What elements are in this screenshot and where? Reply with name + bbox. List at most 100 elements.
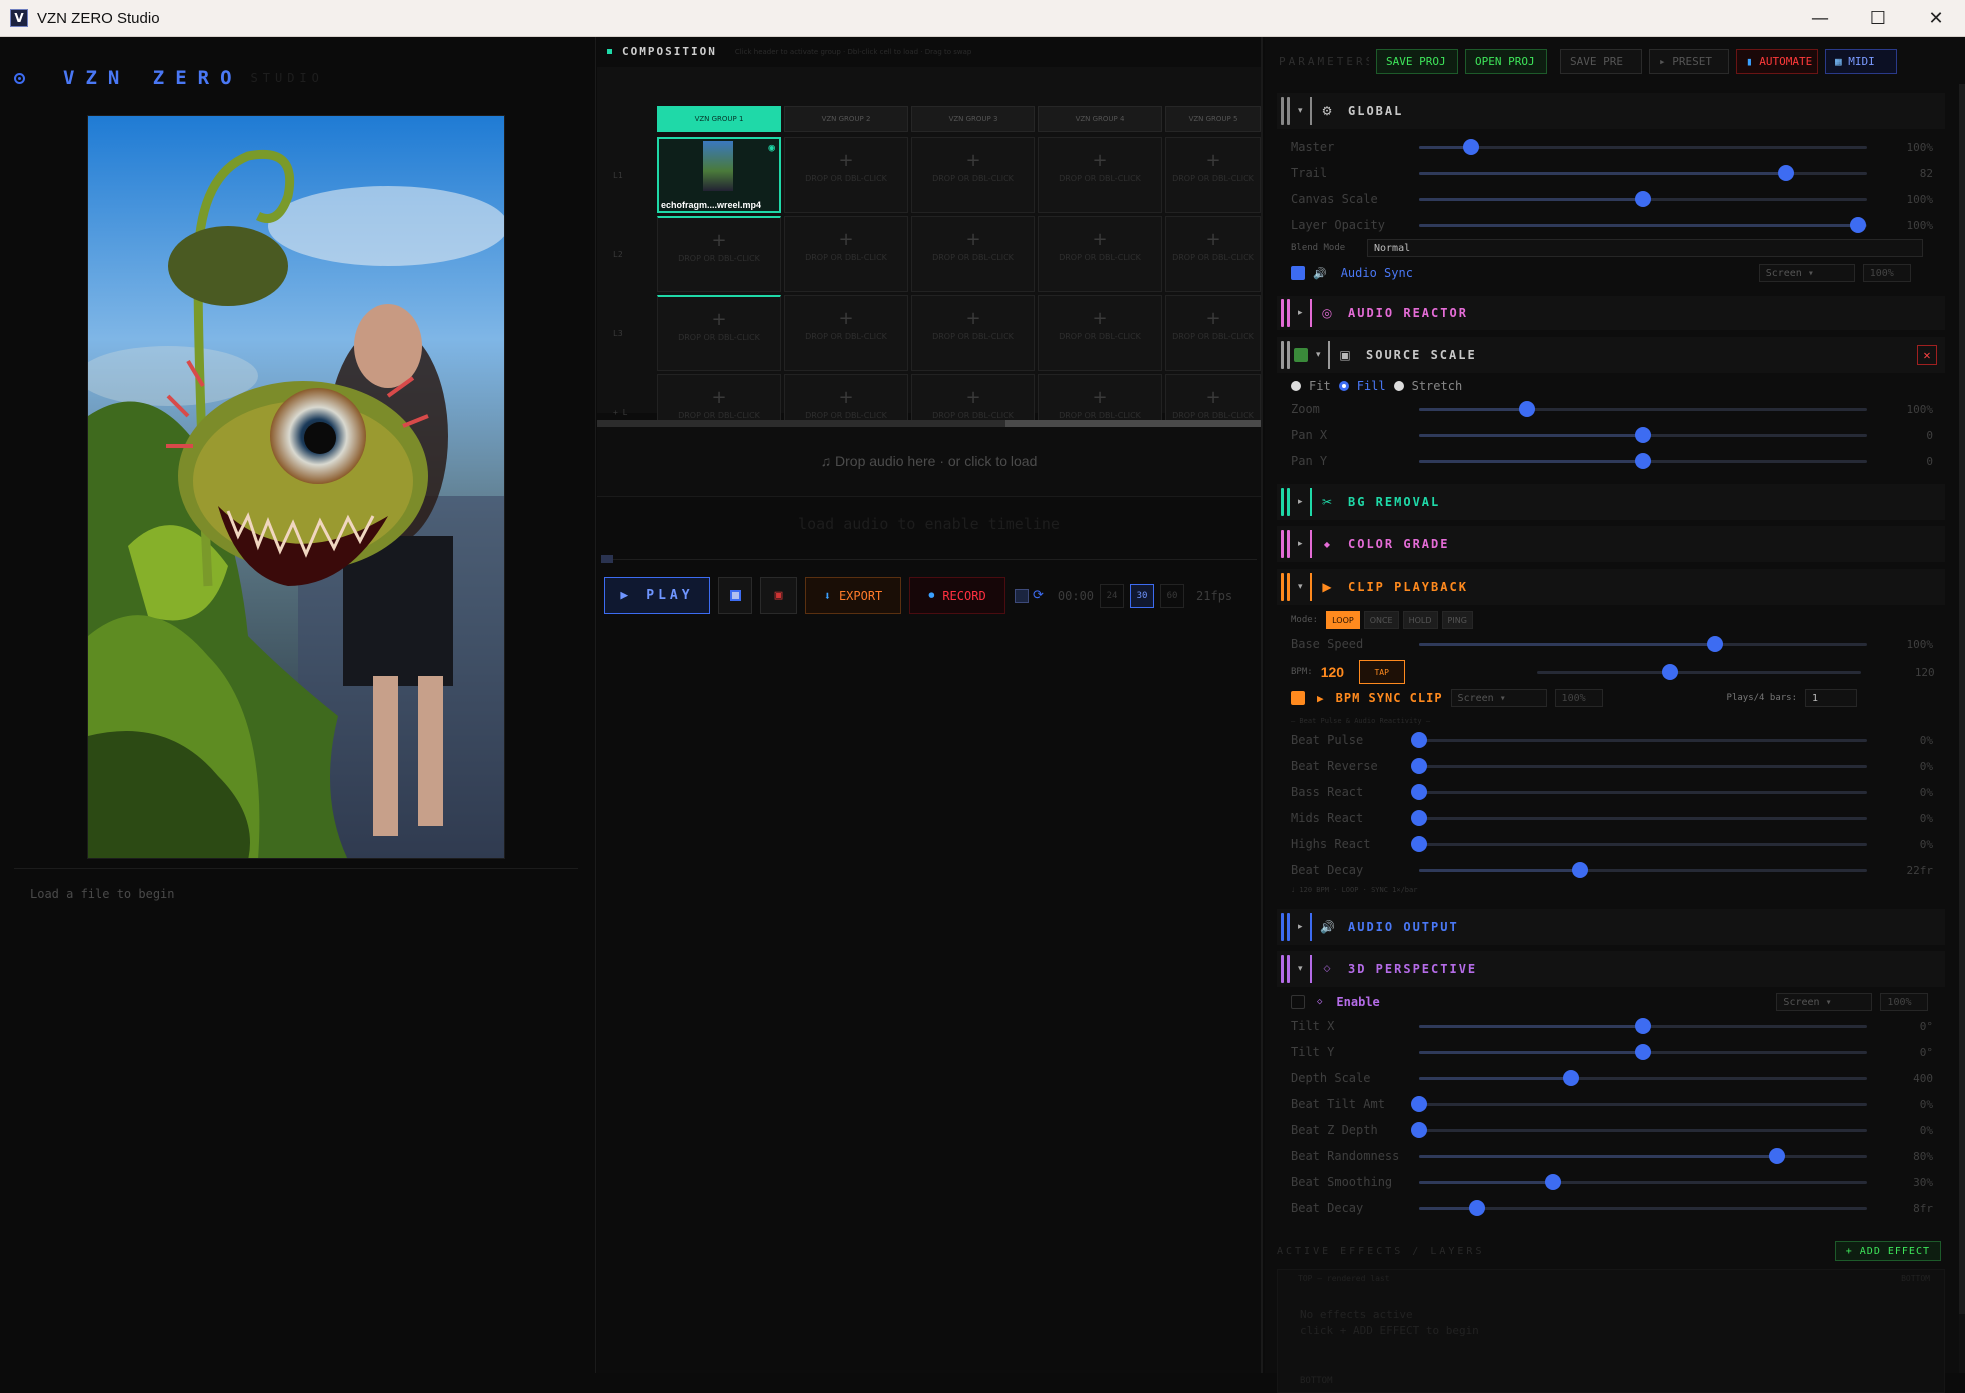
param-slider[interactable] — [1419, 1043, 1867, 1060]
audio-dropzone[interactable]: ♫ Drop audio here · or click to load — [597, 427, 1261, 497]
chevron-down-icon[interactable]: ▾ — [1298, 106, 1308, 116]
slider-knob[interactable] — [1706, 635, 1723, 652]
param-slider[interactable] — [1419, 1147, 1867, 1164]
stop-button[interactable] — [718, 577, 752, 614]
empty-cell[interactable]: + DROP OR DBL-CLICK — [1038, 295, 1162, 371]
scrollbar-thumb[interactable] — [1005, 420, 1261, 427]
slider-knob[interactable] — [1635, 1017, 1651, 1034]
timeline-playhead[interactable] — [601, 555, 613, 563]
slider-knob[interactable] — [1850, 216, 1867, 233]
minimize-button[interactable]: — — [1791, 0, 1849, 37]
fit-radio[interactable] — [1291, 381, 1301, 391]
mode-hold-button[interactable]: HOLD — [1402, 611, 1438, 629]
chevron-right-icon[interactable]: ▸ — [1298, 308, 1308, 318]
empty-cell[interactable]: + DROP OR DBL-CLICK — [1038, 216, 1162, 292]
section-audio-output[interactable]: ▸ 🔊 AUDIO OUTPUT — [1277, 909, 1945, 945]
slider-knob[interactable] — [1411, 809, 1427, 826]
audio-sync-mode-select[interactable]: Screen ▾ — [1758, 264, 1855, 282]
fps-option-30[interactable]: 30 — [1130, 583, 1155, 608]
param-slider[interactable] — [1411, 783, 1867, 800]
param-slider[interactable] — [1411, 757, 1867, 774]
empty-cell[interactable]: + DROP OR DBL-CLICK — [784, 295, 908, 371]
slider-knob[interactable] — [1469, 1199, 1486, 1216]
param-slider[interactable] — [1419, 1199, 1867, 1216]
audio-sync-checkbox[interactable] — [1291, 266, 1305, 280]
param-slider[interactable] — [1419, 452, 1867, 469]
scrollbar-thumb[interactable] — [1959, 84, 1965, 1314]
empty-cell[interactable]: + DROP OR DBL-CLICK — [784, 137, 908, 213]
maximize-button[interactable]: ☐ — [1849, 0, 1907, 37]
group-header[interactable]: VZN GROUP 2 — [784, 106, 908, 132]
param-slider[interactable] — [1411, 835, 1867, 852]
param-slider[interactable] — [1419, 216, 1867, 233]
empty-cell[interactable]: + DROP OR DBL-CLICK — [911, 137, 1035, 213]
perspective-amount[interactable]: 100% — [1880, 993, 1929, 1011]
midi-button[interactable]: ▦ MIDI — [1825, 49, 1897, 74]
bpm-sync-checkbox[interactable] — [1291, 691, 1305, 705]
slider-knob[interactable] — [1635, 426, 1651, 443]
empty-cell[interactable]: + DROP OR DBL-CLICK — [657, 216, 781, 292]
param-slider[interactable] — [1411, 1121, 1867, 1138]
loop-icon[interactable]: ⟳ — [1033, 588, 1044, 603]
slider-knob[interactable] — [1769, 1147, 1786, 1164]
empty-cell[interactable]: + DROP OR DBL-CLICK — [1165, 137, 1261, 213]
grid-scrollbar[interactable] — [597, 420, 1261, 427]
section-clip-playback[interactable]: ▾ ▶ CLIP PLAYBACK — [1277, 569, 1945, 605]
export-button[interactable]: ⬇ EXPORT — [805, 577, 901, 614]
empty-cell[interactable]: + DROP OR DBL-CLICK — [657, 295, 781, 371]
empty-cell[interactable]: + DROP OR DBL-CLICK — [1038, 137, 1162, 213]
slider-knob[interactable] — [1572, 861, 1589, 878]
param-slider[interactable] — [1419, 426, 1867, 443]
chevron-down-icon[interactable]: ▾ — [1298, 582, 1308, 592]
slider-knob[interactable] — [1778, 164, 1795, 181]
remove-section-button[interactable]: ✕ — [1917, 345, 1937, 365]
stretch-radio[interactable] — [1393, 381, 1404, 391]
add-layer-button[interactable]: + L — [613, 408, 627, 417]
slider-knob[interactable] — [1462, 138, 1479, 155]
slider-knob[interactable] — [1635, 452, 1651, 469]
param-slider[interactable] — [1419, 1173, 1867, 1190]
param-slider[interactable] — [1419, 635, 1867, 652]
empty-cell[interactable]: + DROP OR DBL-CLICK — [1165, 216, 1261, 292]
fps-option-24[interactable]: 24 — [1100, 583, 1125, 608]
clip-cell[interactable]: ◉ echofragm....wreel.mp4 — [657, 137, 781, 213]
fill-radio[interactable] — [1338, 381, 1349, 391]
slider-knob[interactable] — [1563, 1069, 1580, 1086]
close-window-button[interactable]: ✕ — [1907, 0, 1965, 37]
section-bg-removal[interactable]: ▸ ✂ BG REMOVAL — [1277, 484, 1945, 520]
empty-cell[interactable]: + DROP OR DBL-CLICK — [784, 216, 908, 292]
param-slider[interactable] — [1419, 861, 1867, 878]
group-header[interactable]: VZN GROUP 4 — [1038, 106, 1162, 132]
mode-once-button[interactable]: ONCE — [1363, 611, 1399, 629]
param-slider[interactable] — [1419, 1017, 1867, 1034]
slider-knob[interactable] — [1411, 731, 1427, 748]
bpm-slider-knob[interactable] — [1661, 663, 1678, 680]
empty-cell[interactable]: + DROP OR DBL-CLICK — [911, 295, 1035, 371]
section-global[interactable]: ▾ ⚙ GLOBAL — [1277, 93, 1945, 129]
param-slider[interactable] — [1419, 138, 1867, 155]
bpm-slider[interactable] — [1536, 663, 1861, 680]
group-header[interactable]: VZN GROUP 3 — [911, 106, 1035, 132]
chevron-right-icon[interactable]: ▸ — [1298, 497, 1308, 507]
group-header[interactable]: VZN GROUP 5 — [1165, 106, 1261, 132]
open-project-button[interactable]: OPEN PROJ — [1465, 49, 1547, 74]
slider-knob[interactable] — [1411, 783, 1427, 800]
slider-knob[interactable] — [1411, 835, 1427, 852]
section-source-scale[interactable]: ▾ ▣ SOURCE SCALE ✕ — [1277, 337, 1945, 373]
slider-knob[interactable] — [1545, 1173, 1562, 1190]
save-frame-button[interactable]: ▣ — [760, 577, 797, 614]
empty-cell[interactable]: + DROP OR DBL-CLICK — [911, 216, 1035, 292]
automate-button[interactable]: ▮ AUTOMATE — [1736, 49, 1818, 74]
param-slider[interactable] — [1419, 190, 1867, 207]
audio-sync-amount[interactable]: 100% — [1862, 264, 1911, 282]
param-slider[interactable] — [1411, 1095, 1867, 1112]
section-audio-reactor[interactable]: ▸ ◎ AUDIO REACTOR — [1277, 296, 1945, 330]
loop-checkbox[interactable] — [1015, 588, 1029, 603]
tap-button[interactable]: TAP — [1358, 660, 1405, 684]
param-slider[interactable] — [1411, 809, 1867, 826]
slider-knob[interactable] — [1518, 400, 1535, 417]
section-3d-perspective[interactable]: ▾ ◇ 3D PERSPECTIVE — [1277, 951, 1945, 987]
param-slider[interactable] — [1411, 731, 1867, 748]
mode-loop-button[interactable]: LOOP — [1326, 611, 1360, 629]
slider-knob[interactable] — [1411, 1121, 1427, 1138]
